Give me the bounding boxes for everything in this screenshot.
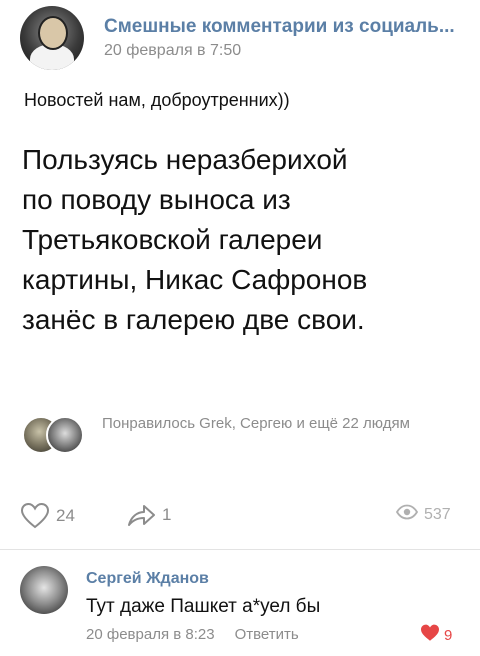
section-divider (0, 549, 480, 550)
comment-text: Тут даже Пашкет а*уел бы (86, 596, 321, 617)
likes-count: 24 (56, 506, 75, 525)
post-timestamp[interactable]: 20 февраля в 7:50 (104, 42, 241, 60)
shares-count: 1 (162, 505, 172, 524)
comment-item: Сергей Жданов Тут даже Пашкет а*уел бы 2… (0, 556, 480, 656)
share-button[interactable]: 1 (126, 502, 171, 528)
share-icon (126, 502, 156, 528)
comment-timestamp: 20 февраля в 8:23 (86, 626, 215, 643)
post-body-text: Пользуясь неразберихой по поводу выноса … (22, 140, 462, 340)
commenter-avatar[interactable] (20, 566, 68, 614)
community-name-link[interactable]: Смешные комментарии из социаль... (104, 16, 464, 38)
liker-avatar (46, 416, 84, 454)
heart-filled-icon (420, 624, 440, 647)
comment-likes-count: 9 (444, 627, 453, 644)
community-avatar[interactable] (20, 6, 84, 70)
heart-outline-icon (20, 502, 50, 530)
eye-icon (395, 504, 419, 525)
post-actions-bar: 24 1 537 (0, 496, 480, 536)
views-counter: 537 (395, 504, 451, 525)
post-body-line: по поводу выноса из (22, 184, 291, 215)
post-body-line: Третьяковской галереи (22, 224, 323, 255)
post-header: Смешные комментарии из социаль... 20 фев… (0, 0, 480, 80)
post-body-line: Пользуясь неразберихой (22, 144, 348, 175)
likers-text: Понравилось Grek, Сергею и ещё 22 людям (102, 415, 410, 432)
views-count: 537 (424, 505, 451, 523)
likers-summary[interactable]: Понравилось Grek, Сергею и ещё 22 людям (22, 412, 462, 460)
comment-like-button[interactable]: 9 (420, 624, 452, 647)
like-button[interactable]: 24 (20, 502, 75, 530)
reply-button[interactable]: Ответить (235, 626, 299, 643)
comment-author-link[interactable]: Сергей Жданов (86, 570, 209, 588)
avatar-figure-face (38, 16, 68, 50)
comment-meta: 20 февраля в 8:23 Ответить (86, 626, 299, 643)
post-caption: Новостей нам, доброутренних)) (24, 90, 290, 110)
post-body-line: занёс в галерею две свои. (22, 304, 365, 335)
post-body-line: картины, Никас Сафронов (22, 264, 368, 295)
